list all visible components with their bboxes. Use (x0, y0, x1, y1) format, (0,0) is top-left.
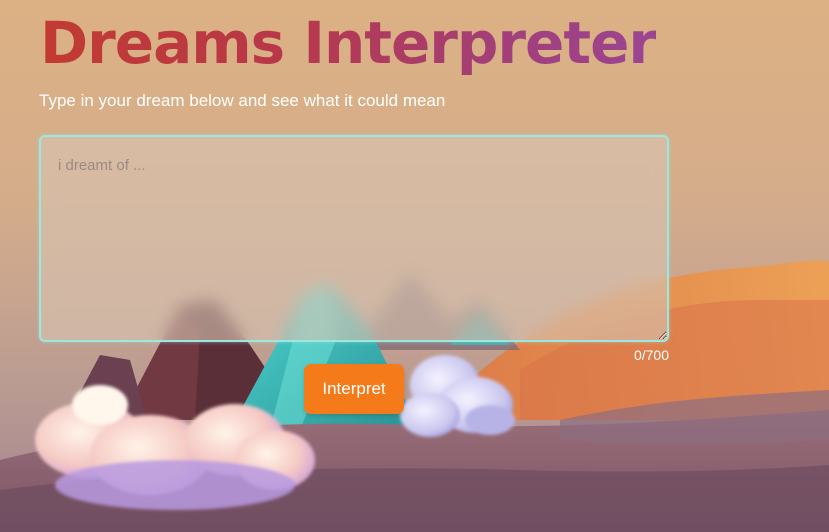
page-subtitle: Type in your dream below and see what it… (39, 91, 446, 110)
page-title: Dreams Interpreter (40, 9, 657, 77)
interpret-button[interactable]: Interpret (304, 364, 404, 414)
character-counter: 0/700 (633, 347, 669, 363)
dream-form-container: Dreams Interpreter Type in your dream be… (0, 0, 829, 532)
dream-input[interactable] (39, 135, 669, 342)
